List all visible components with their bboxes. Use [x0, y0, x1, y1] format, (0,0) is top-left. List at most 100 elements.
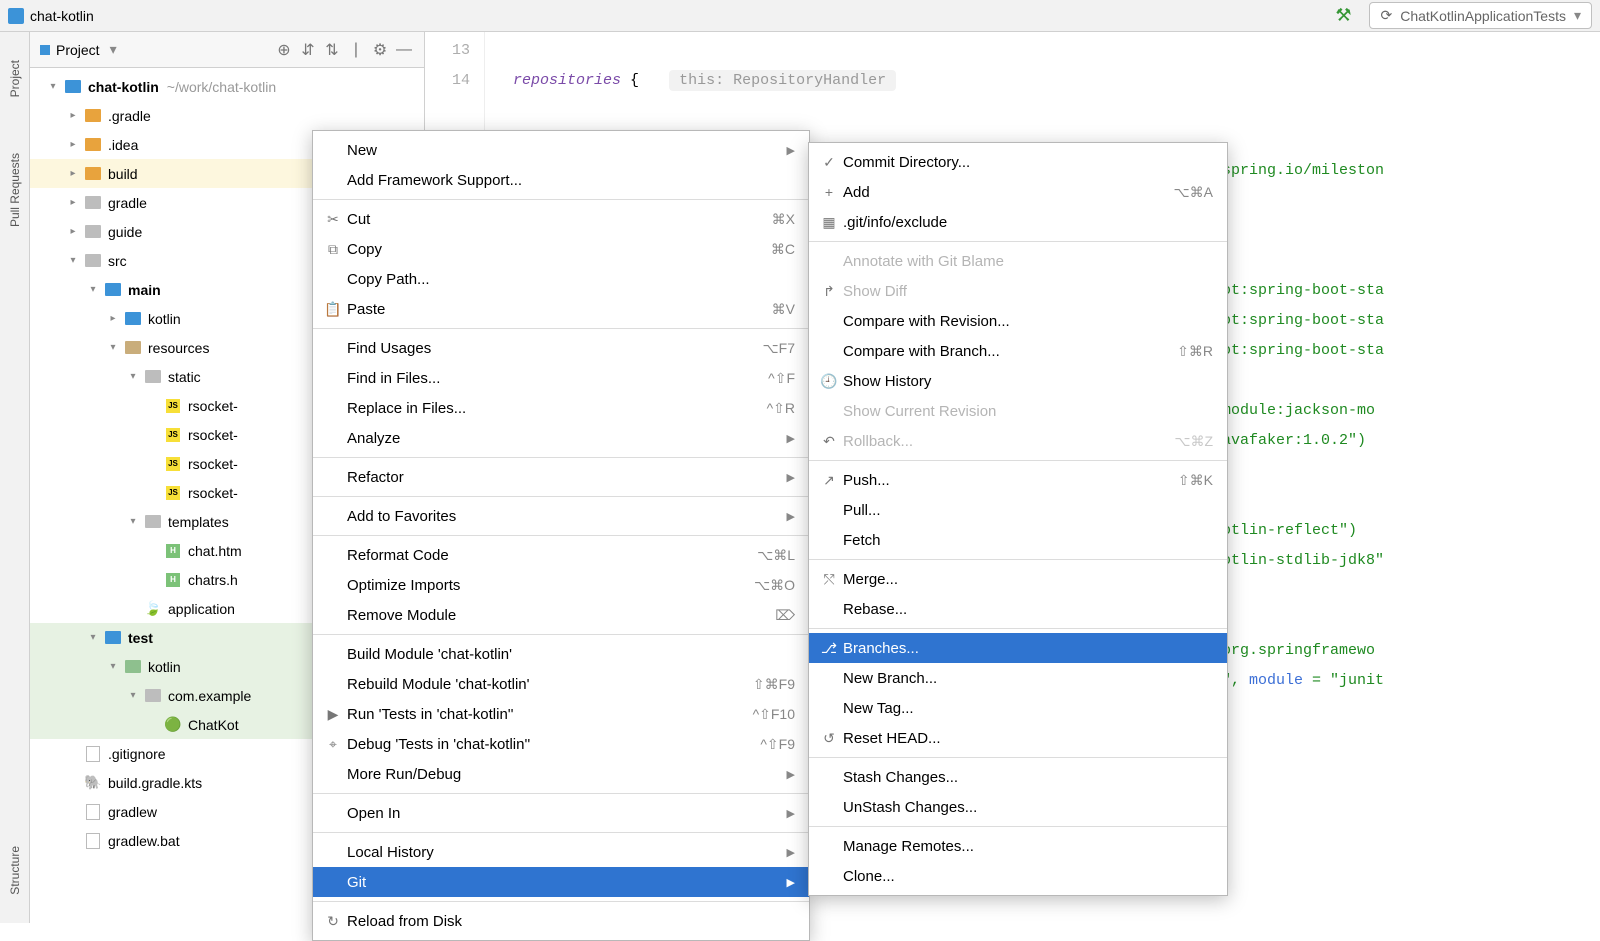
menu-item[interactable]: ⧉Copy⌘C — [313, 234, 809, 264]
menu-separator — [809, 460, 1227, 461]
menu-item[interactable]: Optimize Imports⌥⌘O — [313, 570, 809, 600]
menu-item-label: Show History — [839, 373, 1213, 390]
project-panel-title[interactable]: Project ▾ — [40, 41, 117, 58]
chevron-right-icon: ▶ — [787, 471, 795, 484]
menu-item[interactable]: ✂Cut⌘X — [313, 204, 809, 234]
menu-item[interactable]: 🕘Show History — [809, 366, 1227, 396]
↱-icon: ↱ — [819, 283, 839, 300]
menu-item[interactable]: New▶ — [313, 135, 809, 165]
menu-item[interactable]: Stash Changes... — [809, 762, 1227, 792]
menu-item[interactable]: ↗Push...⇧⌘K — [809, 465, 1227, 495]
menu-item-shortcut: ⌥⌘A — [1174, 184, 1213, 201]
build-icon[interactable]: ⚒ — [1335, 5, 1351, 26]
menu-item[interactable]: Rebase... — [809, 594, 1227, 624]
menu-item[interactable]: Pull... — [809, 495, 1227, 525]
expand-all-icon[interactable]: ⇵ — [298, 40, 318, 60]
menu-item[interactable]: Manage Remotes... — [809, 831, 1227, 861]
menu-item-label: Reformat Code — [343, 547, 757, 564]
⎇-icon: ⎇ — [819, 640, 839, 657]
menu-item: ↶Rollback...⌥⌘Z — [809, 426, 1227, 456]
run-config-dropdown[interactable]: ⟳ ChatKotlinApplicationTests ▾ — [1369, 2, 1592, 29]
menu-item[interactable]: Local History▶ — [313, 837, 809, 867]
menu-item-label: New Tag... — [839, 700, 1213, 717]
menu-separator — [313, 793, 809, 794]
menu-item[interactable]: Compare with Branch...⇧⌘R — [809, 336, 1227, 366]
▦-icon: ▦ — [819, 214, 839, 231]
menu-item[interactable]: Add to Favorites▶ — [313, 501, 809, 531]
menu-item[interactable]: Build Module 'chat-kotlin' — [313, 639, 809, 669]
select-opened-file-icon[interactable]: ⊕ — [274, 40, 294, 60]
tree-row[interactable]: ▸.gradle — [30, 101, 424, 130]
menu-item-label: Compare with Branch... — [839, 343, 1177, 360]
tree-row-root[interactable]: ▾chat-kotlin~/work/chat-kotlin — [30, 72, 424, 101]
menu-item[interactable]: More Run/Debug▶ — [313, 759, 809, 789]
menu-item[interactable]: Add Framework Support... — [313, 165, 809, 195]
menu-item[interactable]: ⌖Debug 'Tests in 'chat-kotlin''^⇧F9 — [313, 729, 809, 759]
menu-item[interactable]: Compare with Revision... — [809, 306, 1227, 336]
menu-separator — [313, 457, 809, 458]
menu-item[interactable]: Find Usages⌥F7 — [313, 333, 809, 363]
menu-item-shortcut: ⌘C — [771, 241, 795, 258]
menu-item[interactable]: ▶Run 'Tests in 'chat-kotlin''^⇧F10 — [313, 699, 809, 729]
gear-icon[interactable]: ⚙ — [370, 40, 390, 60]
menu-item[interactable]: Rebuild Module 'chat-kotlin'⇧⌘F9 — [313, 669, 809, 699]
menu-item-label: Remove Module — [343, 607, 775, 624]
menu-item[interactable]: New Tag... — [809, 693, 1227, 723]
menu-item-label: New — [343, 142, 767, 159]
menu-item[interactable]: Fetch — [809, 525, 1227, 555]
menu-item[interactable]: ↻Reload from Disk — [313, 906, 809, 936]
project-name: chat-kotlin — [30, 8, 94, 24]
menu-item-shortcut: ^⇧F10 — [753, 706, 795, 723]
menu-item[interactable]: New Branch... — [809, 663, 1227, 693]
menu-item-label: Open In — [343, 805, 767, 822]
menu-item[interactable]: ⤲Merge... — [809, 564, 1227, 594]
menu-item-label: Add to Favorites — [343, 508, 767, 525]
✂-icon: ✂ — [323, 211, 343, 228]
menu-item[interactable]: +Add⌥⌘A — [809, 177, 1227, 207]
gutter-tab-structure[interactable]: Structure — [4, 838, 26, 903]
menu-item[interactable]: Reformat Code⌥⌘L — [313, 540, 809, 570]
menu-item[interactable]: Git▶ — [313, 867, 809, 897]
menu-separator — [313, 199, 809, 200]
chevron-down-icon: ▾ — [1574, 7, 1581, 24]
menu-item-label: Debug 'Tests in 'chat-kotlin'' — [343, 736, 760, 753]
menu-item-label: Git — [343, 874, 767, 891]
menu-item-label: Paste — [343, 301, 772, 318]
menu-item[interactable]: ↺Reset HEAD... — [809, 723, 1227, 753]
gutter-tab-pull-requests[interactable]: Pull Requests — [4, 145, 26, 235]
menu-item-shortcut: ⌦ — [775, 607, 795, 624]
menu-item[interactable]: Replace in Files...^⇧R — [313, 393, 809, 423]
menu-item-label: UnStash Changes... — [839, 799, 1213, 816]
menu-separator — [809, 559, 1227, 560]
menu-item[interactable]: Clone... — [809, 861, 1227, 891]
chevron-right-icon: ▶ — [787, 432, 795, 445]
menu-item-shortcut: ⌘X — [772, 211, 795, 228]
menu-item[interactable]: ⎇Branches... — [809, 633, 1227, 663]
menu-item-label: New Branch... — [839, 670, 1213, 687]
menu-item[interactable]: Remove Module⌦ — [313, 600, 809, 630]
menu-item-label: Pull... — [839, 502, 1213, 519]
menu-item[interactable]: Open In▶ — [313, 798, 809, 828]
menu-item-label: Show Current Revision — [839, 403, 1213, 420]
hide-icon[interactable]: — — [394, 40, 414, 60]
menu-item[interactable]: UnStash Changes... — [809, 792, 1227, 822]
chevron-down-icon: ▾ — [110, 41, 117, 58]
menu-item-label: Rebuild Module 'chat-kotlin' — [343, 676, 753, 693]
menu-item[interactable]: Analyze▶ — [313, 423, 809, 453]
menu-item-label: Show Diff — [839, 283, 1213, 300]
menu-item-shortcut: ⇧⌘K — [1178, 472, 1213, 489]
menu-item[interactable]: Find in Files...^⇧F — [313, 363, 809, 393]
menu-item[interactable]: ✓Commit Directory... — [809, 147, 1227, 177]
menu-item-label: Local History — [343, 844, 767, 861]
context-menu-git: ✓Commit Directory...+Add⌥⌘A▦.git/info/ex… — [808, 142, 1228, 896]
menu-item-shortcut: ^⇧F — [768, 370, 795, 387]
menu-item[interactable]: 📋Paste⌘V — [313, 294, 809, 324]
menu-item-shortcut: ⌥⌘L — [757, 547, 795, 564]
collapse-all-icon[interactable]: ⇅ — [322, 40, 342, 60]
↺-icon: ↺ — [819, 730, 839, 747]
menu-separator — [313, 496, 809, 497]
menu-item[interactable]: ▦.git/info/exclude — [809, 207, 1227, 237]
menu-item[interactable]: Refactor▶ — [313, 462, 809, 492]
gutter-tab-project[interactable]: Project — [4, 52, 26, 105]
menu-item[interactable]: Copy Path... — [313, 264, 809, 294]
